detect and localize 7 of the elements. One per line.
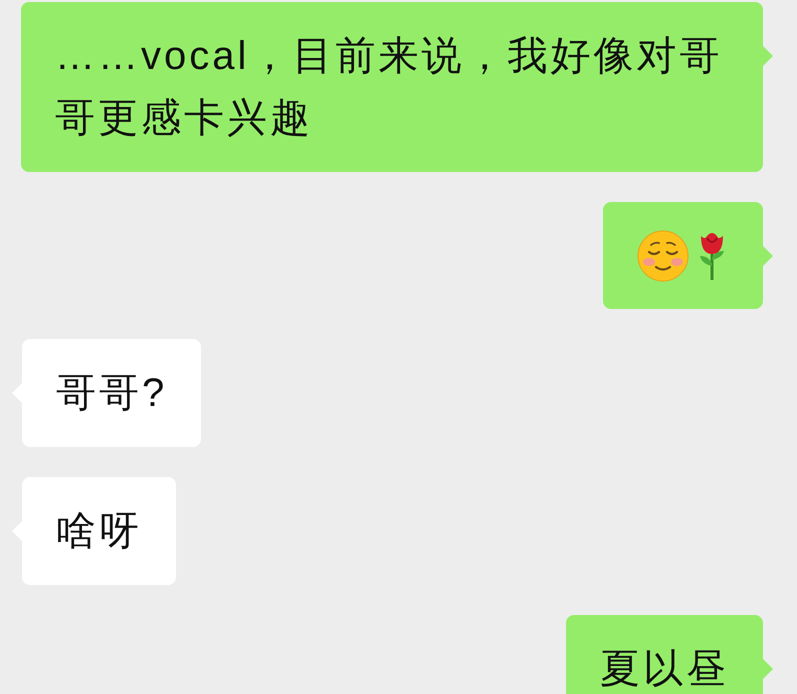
bubble-tail — [763, 659, 773, 679]
message-bubble: 夏以昼 — [566, 615, 763, 694]
message-bubble: 哥哥? — [22, 339, 202, 447]
bubble-tail — [763, 46, 773, 66]
message-bubble: ……vocal，目前来说，我好像对哥哥更感卡兴趣 — [21, 2, 763, 172]
relieved-face-icon — [637, 230, 689, 282]
message-bubble: 啥呀 — [22, 477, 176, 585]
